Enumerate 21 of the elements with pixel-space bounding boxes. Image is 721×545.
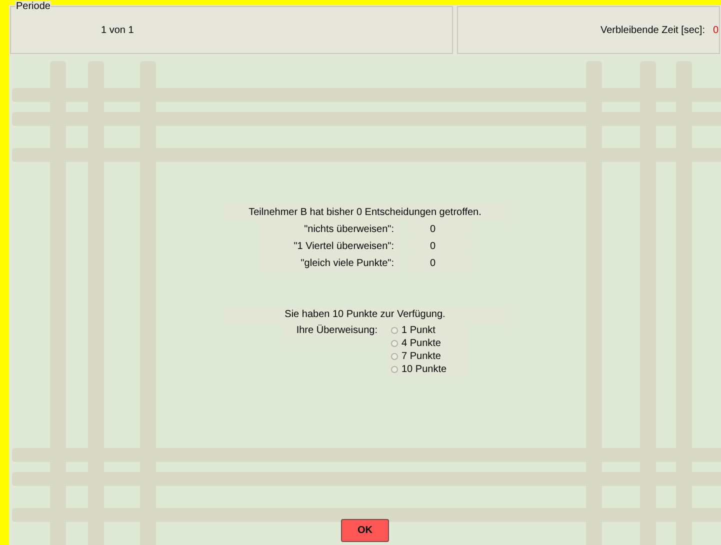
radio-button[interactable]	[390, 353, 398, 360]
transfer-option[interactable]: 7 Punkte	[388, 350, 468, 363]
time-value: 0	[713, 24, 719, 38]
radio-button[interactable]	[390, 327, 398, 334]
ok-button[interactable]: OK	[341, 519, 389, 542]
radio-button[interactable]	[390, 366, 398, 373]
decision-count: 0	[410, 222, 470, 238]
transfer-label: Ihre Überweisung:	[282, 324, 388, 338]
transfer-option[interactable]: 1 Punkt	[388, 324, 468, 337]
points-text: Sie haben 10 Punkte zur Verfügung.	[225, 307, 505, 323]
transfer-option[interactable]: 10 Punkte	[388, 363, 468, 376]
time-label: Verbleibende Zeit [sec]:	[600, 24, 705, 38]
radio-button[interactable]	[390, 340, 398, 347]
decision-count: 0	[410, 239, 470, 255]
decision-label: "nichts überweisen":	[260, 222, 400, 238]
decisions-text: Teilnehmer B hat bisher 0 Entscheidungen getroffen.	[225, 205, 505, 221]
period-value: 1 von 1	[101, 24, 134, 38]
decision-label: "gleich viele Punkte":	[260, 256, 400, 272]
decision-count: 0	[410, 256, 470, 272]
transfer-option[interactable]: 4 Punkte	[388, 337, 468, 350]
decision-label: "1 Viertel überweisen":	[260, 239, 400, 255]
